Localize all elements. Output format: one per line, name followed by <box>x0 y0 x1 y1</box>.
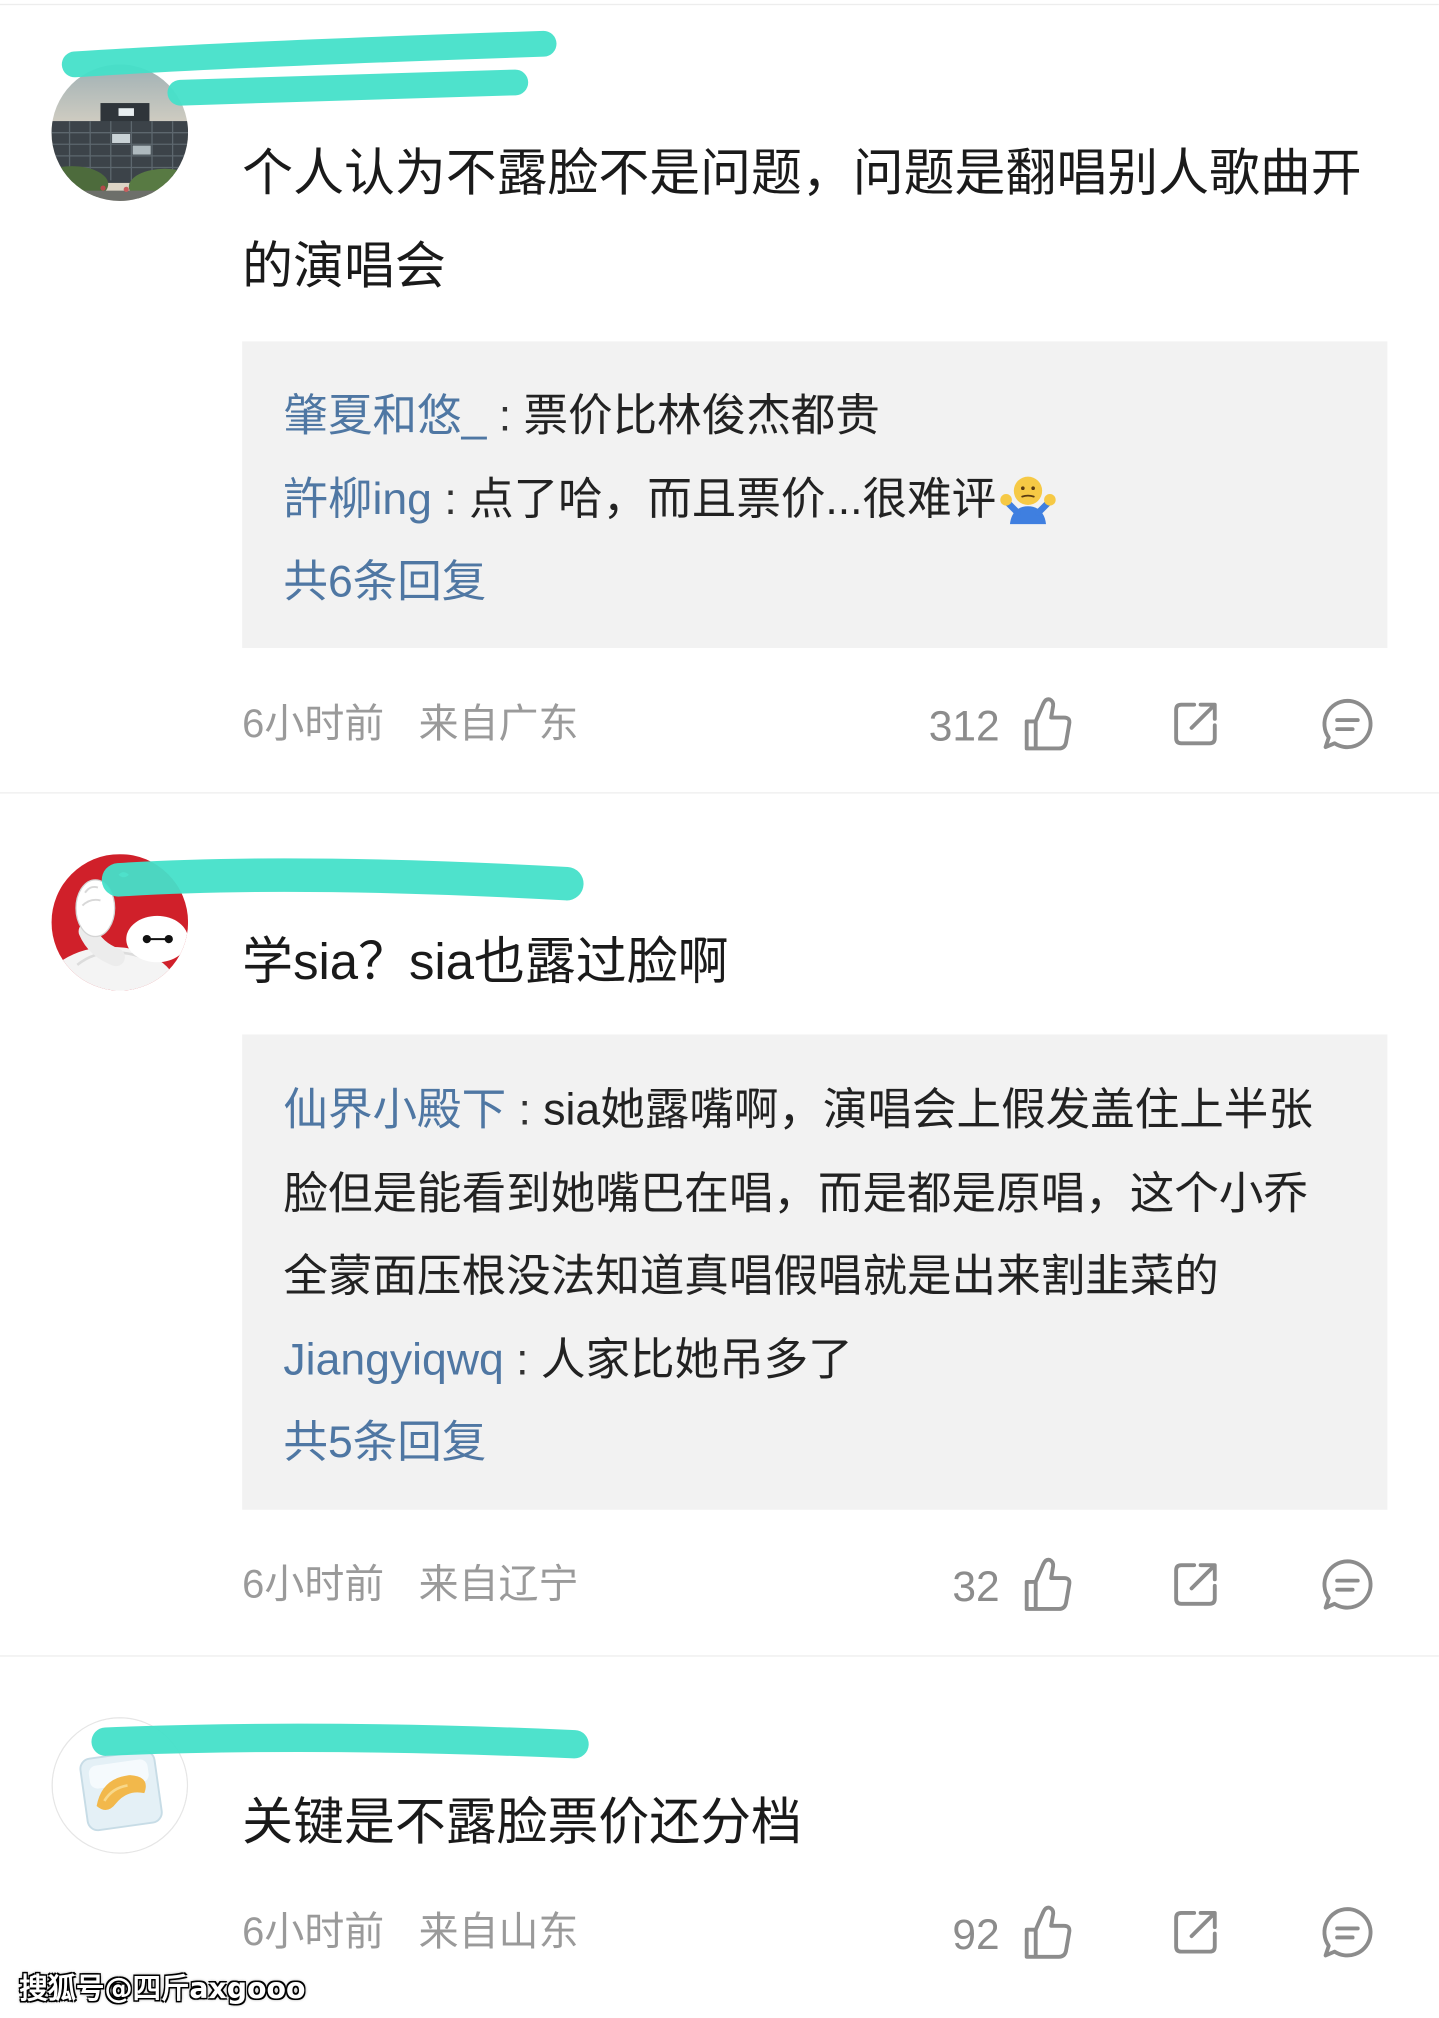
reply-text: 人家比她吊多了 <box>540 1335 853 1385</box>
comment-divider <box>0 1655 1439 1657</box>
comment-text[interactable]: 个人认为不露脸不是问题，问题是翻唱别人歌曲开的演唱会 <box>242 128 1376 314</box>
share-icon[interactable] <box>1170 1907 1222 1959</box>
comment-text[interactable]: 关键是不露脸票价还分档 <box>242 1776 1376 1869</box>
view-all-replies-link[interactable]: 共6条回复 <box>283 541 1339 624</box>
shrug-emoji-icon <box>1000 475 1057 524</box>
comment-time: 6小时前 <box>242 1561 385 1607</box>
reply-preview-box[interactable]: 仙界小殿下 : sia她露嘴啊，演唱会上假发盖住上半张脸但是能看到她嘴巴在唱，而… <box>242 1034 1388 1510</box>
username-redaction-mark <box>61 30 557 106</box>
comment-icon[interactable] <box>1320 1905 1374 1959</box>
comment-feed: 个人认为不露脸不是问题，问题是翻唱别人歌曲开的演唱会 肇夏和悠_ : 票价比林俊… <box>0 0 1439 2018</box>
thumbs-up-icon[interactable] <box>1022 1556 1074 1613</box>
comment-location: 来自辽宁 <box>418 1561 579 1607</box>
reply-separator: : <box>431 474 470 524</box>
reply-preview-box[interactable]: 肇夏和悠_ : 票价比林俊杰都贵 許柳ing : 点了哈，而且票价...很难评 … <box>242 341 1388 648</box>
view-all-replies-link[interactable]: 共5条回复 <box>283 1402 1339 1485</box>
reply-item: Jiangyiqwq : 人家比她吊多了 <box>283 1318 1339 1401</box>
comment-time: 6小时前 <box>242 700 385 746</box>
thumbs-up-icon[interactable] <box>1022 696 1074 753</box>
like-count[interactable]: 32 <box>850 1561 999 1613</box>
like-count[interactable]: 92 <box>850 1909 999 1961</box>
reply-item: 仙界小殿下 : sia她露嘴啊，演唱会上假发盖住上半张脸但是能看到她嘴巴在唱，而… <box>283 1069 1339 1318</box>
reply-item: 肇夏和悠_ : 票价比林俊杰都贵 <box>283 375 1339 458</box>
reply-separator: : <box>486 391 524 441</box>
comment-divider <box>0 792 1439 794</box>
like-count[interactable]: 312 <box>850 701 1000 753</box>
username-redaction-mark <box>91 1723 589 1759</box>
reply-item: 許柳ing : 点了哈，而且票价...很难评 <box>283 458 1339 541</box>
reply-username[interactable]: Jiangyiqwq <box>283 1335 503 1384</box>
comment-location: 来自山东 <box>418 1909 579 1955</box>
reply-username[interactable]: 仙界小殿下 <box>283 1086 506 1135</box>
reply-separator: : <box>506 1085 544 1135</box>
reply-text: 票价比林俊杰都贵 <box>523 391 880 441</box>
reply-separator: : <box>503 1335 541 1385</box>
share-icon[interactable] <box>1170 1559 1222 1611</box>
share-icon[interactable] <box>1170 698 1222 750</box>
comment-text[interactable]: 学sia？sia也露过脸啊 <box>242 916 1376 1009</box>
reply-username[interactable]: 肇夏和悠_ <box>283 392 486 441</box>
comment-icon[interactable] <box>1320 1557 1374 1611</box>
top-divider <box>0 3 1439 6</box>
comment-icon[interactable] <box>1320 697 1374 751</box>
reply-username[interactable]: 許柳ing <box>283 475 432 524</box>
comment-location: 来自广东 <box>418 700 579 746</box>
username-redaction-mark <box>101 858 584 901</box>
watermark: 搜狐号@四斤axgooo <box>19 1973 306 2006</box>
reply-text: 点了哈，而且票价...很难评 <box>469 474 997 524</box>
comment-time: 6小时前 <box>242 1909 385 1955</box>
thumbs-up-icon[interactable] <box>1022 1904 1074 1961</box>
